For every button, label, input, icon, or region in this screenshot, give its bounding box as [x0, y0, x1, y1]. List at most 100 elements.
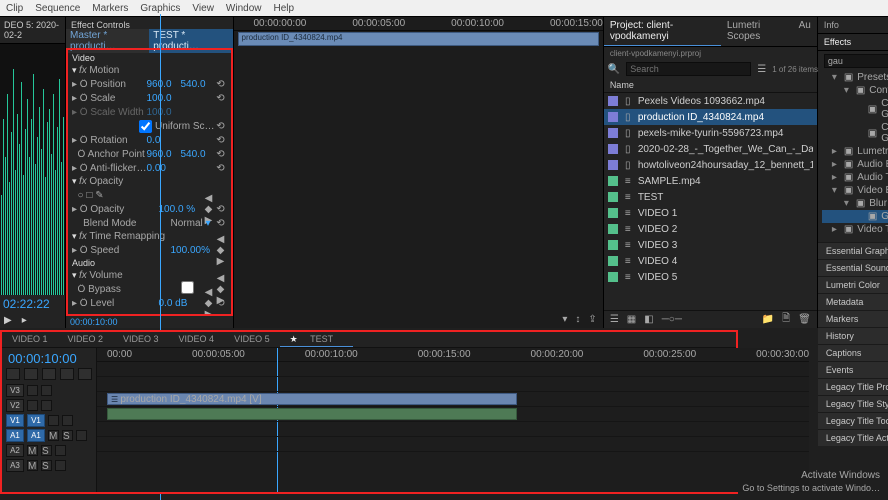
- lane-v2[interactable]: [97, 377, 809, 392]
- project-item[interactable]: ≡VIDEO 2: [604, 221, 817, 237]
- mute-icon[interactable]: M: [27, 445, 38, 456]
- solo-icon[interactable]: S: [41, 445, 52, 456]
- menu-markers[interactable]: Markers: [92, 3, 128, 14]
- stacked-panel-tab[interactable]: Legacy Title Tools: [818, 412, 888, 429]
- stacked-panel-tab[interactable]: Legacy Title Styles: [818, 395, 888, 412]
- tab-effects[interactable]: Effects: [818, 34, 888, 51]
- reset-icon[interactable]: ⟲: [215, 163, 227, 174]
- scale-value[interactable]: 100.0: [147, 93, 181, 104]
- chevron-icon[interactable]: ▸: [832, 172, 840, 183]
- project-item[interactable]: ▯2020-02-28_-_Together_We_Can_-_David_F…: [604, 141, 817, 157]
- label-swatch[interactable]: [608, 272, 618, 282]
- source-patch-a1[interactable]: A1: [6, 429, 24, 442]
- label-swatch[interactable]: [608, 160, 618, 170]
- track-toggle-icon[interactable]: [27, 400, 38, 411]
- prop-bypass[interactable]: Ö Bypass: [72, 284, 181, 295]
- stacked-panel-tab[interactable]: Essential Sound: [818, 259, 888, 276]
- menu-window[interactable]: Window: [226, 3, 262, 14]
- antiflicker-value[interactable]: 0.00: [147, 163, 181, 174]
- eye-icon[interactable]: [41, 385, 52, 396]
- stacked-panel-tab[interactable]: Markers: [818, 310, 888, 327]
- voice-icon[interactable]: [55, 445, 66, 456]
- project-item[interactable]: ≡TEST: [604, 189, 817, 205]
- filter-icon[interactable]: ▾: [562, 314, 567, 325]
- track-toggle-icon[interactable]: [48, 415, 59, 426]
- stacked-panel-tab[interactable]: Essential Graphics: [818, 242, 888, 259]
- chevron-icon[interactable]: ▾: [844, 198, 852, 209]
- tab-audio[interactable]: Au: [793, 17, 817, 46]
- play-icon[interactable]: ▶: [4, 315, 12, 326]
- stacked-panel-tab[interactable]: Legacy Title Actions: [818, 429, 888, 446]
- tree-node[interactable]: ▸▣Audio Effects: [822, 158, 888, 171]
- position-x[interactable]: 960.0: [147, 79, 181, 90]
- chevron-icon[interactable]: ▸: [832, 146, 840, 157]
- effect-motion[interactable]: ▾ fx Motion: [70, 64, 229, 77]
- solo-icon[interactable]: S: [41, 460, 52, 471]
- label-swatch[interactable]: [608, 96, 618, 106]
- track-toggle-icon[interactable]: [27, 385, 38, 396]
- menu-sequence[interactable]: Sequence: [35, 3, 80, 14]
- prop-anchor[interactable]: Ö Anchor Point: [72, 149, 147, 160]
- tab-video4[interactable]: VIDEO 4: [169, 332, 225, 347]
- reset-icon[interactable]: ⟲: [215, 93, 227, 104]
- column-name[interactable]: Name: [604, 78, 817, 93]
- label-swatch[interactable]: [608, 224, 618, 234]
- wrench-icon[interactable]: [78, 368, 92, 380]
- project-item[interactable]: ≡VIDEO 4: [604, 253, 817, 269]
- timeline-ruler[interactable]: 00:00 00:00:05:00 00:00:10:00 00:00:15:0…: [97, 348, 809, 362]
- view-list-icon[interactable]: ☰: [757, 64, 766, 75]
- audio-clip[interactable]: [107, 408, 517, 420]
- menu-clip[interactable]: Clip: [6, 3, 23, 14]
- rotation-value[interactable]: 0.0: [147, 135, 181, 146]
- tree-node[interactable]: ▣Gaussian Blur: [822, 210, 888, 223]
- voice-icon[interactable]: [76, 430, 87, 441]
- tab-video5[interactable]: VIDEO 5: [224, 332, 280, 347]
- new-item-icon[interactable]: 🗎: [782, 311, 790, 328]
- stacked-panel-tab[interactable]: Events: [818, 361, 888, 378]
- reset-icon[interactable]: ⟲: [215, 204, 227, 215]
- chevron-icon[interactable]: ▾: [832, 72, 840, 83]
- label-swatch[interactable]: [608, 144, 618, 154]
- lane-a3[interactable]: [97, 437, 809, 452]
- stacked-panel-tab[interactable]: Metadata: [818, 293, 888, 310]
- marker-icon[interactable]: [42, 368, 56, 380]
- sort-icon[interactable]: ↕: [575, 314, 580, 325]
- tab-video1[interactable]: VIDEO 1: [2, 332, 58, 347]
- mute-icon[interactable]: M: [27, 460, 38, 471]
- prop-opacity[interactable]: ▸ Ö Opacity: [72, 204, 159, 215]
- project-item[interactable]: ▯Pexels Videos 1093662.mp4: [604, 93, 817, 109]
- opacity-value[interactable]: 100.0 %: [159, 204, 203, 215]
- project-item[interactable]: ▯pexels-mike-tyurin-5596723.mp4: [604, 125, 817, 141]
- level-value[interactable]: 0.0 dB: [159, 298, 203, 309]
- lane-a1[interactable]: [97, 407, 809, 422]
- timeline-timecode[interactable]: 00:00:10:00: [2, 348, 96, 366]
- ec-clip-bar[interactable]: production ID_4340824.mp4: [238, 32, 599, 46]
- label-swatch[interactable]: [608, 128, 618, 138]
- reset-icon[interactable]: ⟲: [215, 121, 227, 132]
- eye-icon[interactable]: [62, 415, 73, 426]
- tree-node[interactable]: ▾▣Video Effects: [822, 184, 888, 197]
- label-swatch[interactable]: [608, 176, 618, 186]
- effect-controls-timecode[interactable]: 00:00:10:00: [66, 316, 233, 328]
- lane-v3[interactable]: [97, 362, 809, 377]
- tab-lumetri-scopes[interactable]: Lumetri Scopes: [721, 17, 793, 46]
- tab-test[interactable]: ★ TEST: [280, 332, 354, 347]
- project-item[interactable]: ▯production ID_4340824.mp4: [604, 109, 817, 125]
- tree-node[interactable]: ▣Convolution Kernel Gaus…: [822, 121, 888, 145]
- solo-icon[interactable]: S: [62, 430, 73, 441]
- reset-icon[interactable]: ⟲: [215, 149, 227, 160]
- snap-icon[interactable]: [6, 368, 20, 380]
- lane-a2[interactable]: [97, 422, 809, 437]
- tree-node[interactable]: ▾▣Convolution Kernel: [822, 84, 888, 97]
- audio-waveform[interactable]: [0, 44, 65, 295]
- tab-video2[interactable]: VIDEO 2: [58, 332, 114, 347]
- project-item[interactable]: ≡VIDEO 3: [604, 237, 817, 253]
- stacked-panel-tab[interactable]: History: [818, 327, 888, 344]
- step-icon[interactable]: ▸: [22, 315, 27, 326]
- voice-icon[interactable]: [55, 460, 66, 471]
- speed-value[interactable]: 100.00%: [171, 245, 215, 256]
- source-tab[interactable]: DEO 5: 2020-02-2: [0, 17, 65, 44]
- reset-icon[interactable]: ⟲: [215, 79, 227, 90]
- settings-icon[interactable]: [60, 368, 74, 380]
- anchor-x[interactable]: 960.0: [147, 149, 181, 160]
